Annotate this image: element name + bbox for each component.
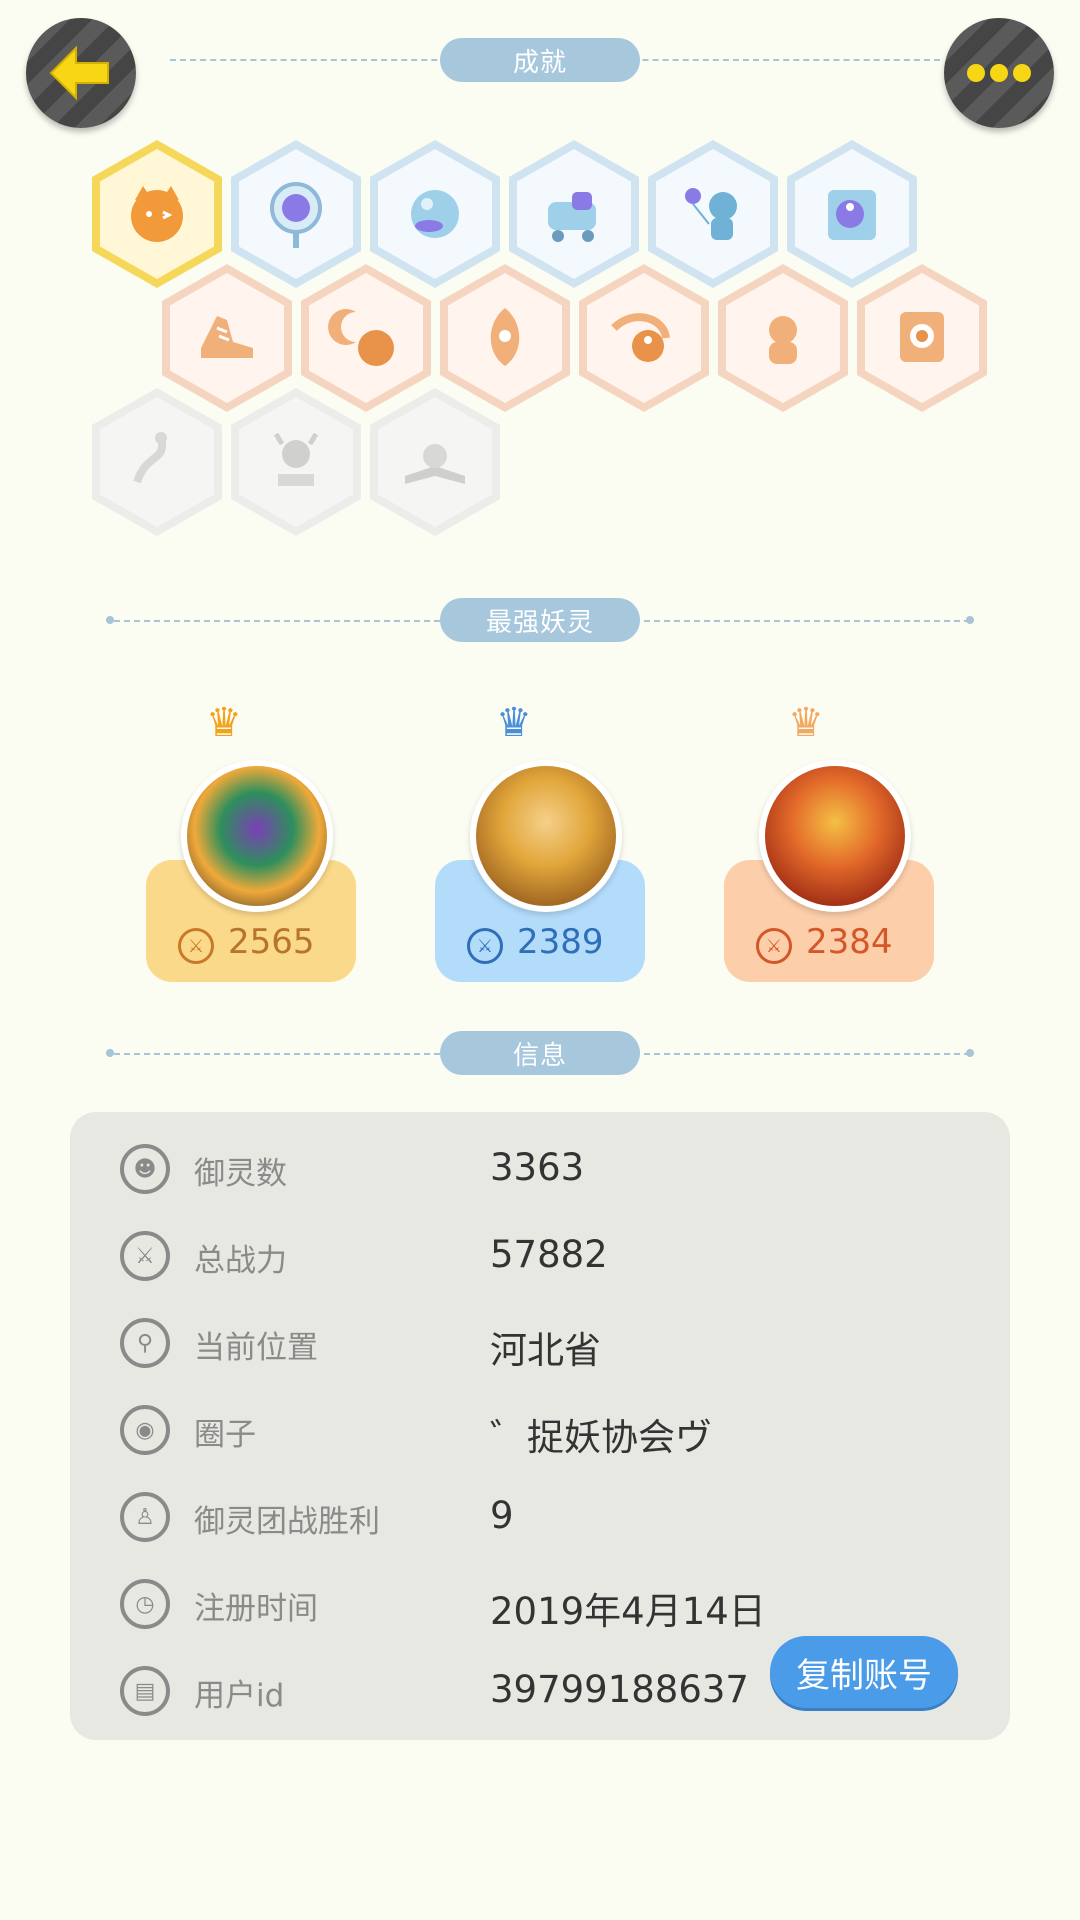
achievement-badge-fox[interactable] xyxy=(92,140,222,288)
info-value: 57882 xyxy=(490,1233,608,1276)
clock-icon: ◷ xyxy=(120,1579,170,1629)
section-title-strongest: 最强妖灵 xyxy=(440,598,640,642)
achievement-badge-book-cat[interactable] xyxy=(370,388,500,536)
sword-icon: ⚔ xyxy=(756,928,792,964)
info-row-spirits: ☻ 御灵数 3363 xyxy=(70,1134,1010,1204)
info-value: 2019年4月14日 xyxy=(490,1590,766,1633)
arrow-left-icon xyxy=(49,45,109,101)
divider-dot xyxy=(106,616,114,624)
info-value: ゛捉妖协会ヴ xyxy=(490,1416,712,1459)
achievement-badge-orb[interactable] xyxy=(370,140,500,288)
more-button[interactable] xyxy=(944,18,1054,128)
location-pin-icon: ⚲ xyxy=(120,1318,170,1368)
divider-dot xyxy=(966,616,974,624)
divider-dot xyxy=(106,1049,114,1057)
back-button[interactable] xyxy=(26,18,136,128)
id-card-icon: ▤ xyxy=(120,1666,170,1716)
achievement-badge-creature[interactable] xyxy=(718,264,848,412)
spirit-score: 2384 xyxy=(806,922,893,962)
info-panel: ☻ 御灵数 3363 ⚔ 总战力 57882 ⚲ 当前位置 河北省 ◉ 圈子 ゛… xyxy=(70,1112,1010,1740)
achievement-badge-shoe[interactable] xyxy=(162,264,292,412)
info-label: 当前位置 xyxy=(194,1330,318,1366)
achievement-badge-dragon[interactable] xyxy=(92,388,222,536)
spirit-avatar-3 xyxy=(759,760,911,912)
achievement-badge-yinyang-swirl[interactable] xyxy=(579,264,709,412)
info-value: 39799188637 xyxy=(490,1668,749,1711)
spirit-icon: ☻ xyxy=(120,1144,170,1194)
spirit-avatar-2 xyxy=(470,760,622,912)
crown-blue-icon: ♛ xyxy=(496,700,532,746)
info-row-register-date: ◷ 注册时间 2019年4月14日 xyxy=(70,1569,1010,1639)
section-title-info: 信息 xyxy=(440,1031,640,1075)
trophy-figure-icon: ♙ xyxy=(120,1492,170,1542)
info-row-circle: ◉ 圈子 ゛捉妖协会ヴ xyxy=(70,1395,1010,1465)
info-label: 御灵团战胜利 xyxy=(194,1504,380,1540)
spirit-score: 2389 xyxy=(517,922,604,962)
spirit-avatar-1 xyxy=(181,760,333,912)
sword-icon: ⚔ xyxy=(467,928,503,964)
achievement-badge-egg[interactable] xyxy=(440,264,570,412)
info-row-power: ⚔ 总战力 57882 xyxy=(70,1221,1010,1291)
achievement-badge-target-scroll[interactable] xyxy=(857,264,987,412)
crown-gold-icon: ♛ xyxy=(206,700,242,746)
info-label: 用户id xyxy=(194,1678,285,1714)
info-row-location: ⚲ 当前位置 河北省 xyxy=(70,1308,1010,1378)
info-label: 注册时间 xyxy=(194,1591,318,1627)
info-row-team-wins: ♙ 御灵团战胜利 9 xyxy=(70,1482,1010,1552)
info-label: 御灵数 xyxy=(194,1156,287,1192)
achievement-badge-portal[interactable] xyxy=(231,140,361,288)
info-label: 圈子 xyxy=(194,1417,256,1453)
info-value: 河北省 xyxy=(490,1329,601,1372)
sword-icon: ⚔ xyxy=(178,928,214,964)
spirit-score: 2565 xyxy=(228,922,315,962)
ellipsis-icon xyxy=(967,64,1031,82)
crown-orange-icon: ♛ xyxy=(788,700,824,746)
achievement-badge-moon[interactable] xyxy=(301,264,431,412)
achievement-badge-yinyang-book[interactable] xyxy=(787,140,917,288)
divider-dot xyxy=(966,1049,974,1057)
info-value: 9 xyxy=(490,1494,514,1537)
copy-account-button[interactable]: 复制账号 xyxy=(770,1636,958,1708)
section-title-achievements: 成就 xyxy=(440,38,640,82)
circle-target-icon: ◉ xyxy=(120,1405,170,1455)
achievement-badge-stroller[interactable] xyxy=(509,140,639,288)
info-label: 总战力 xyxy=(194,1243,287,1279)
achievement-badge-devil-statue[interactable] xyxy=(231,388,361,536)
achievement-badge-cat-balloon[interactable] xyxy=(648,140,778,288)
info-value: 3363 xyxy=(490,1146,585,1189)
sword-icon: ⚔ xyxy=(120,1231,170,1281)
